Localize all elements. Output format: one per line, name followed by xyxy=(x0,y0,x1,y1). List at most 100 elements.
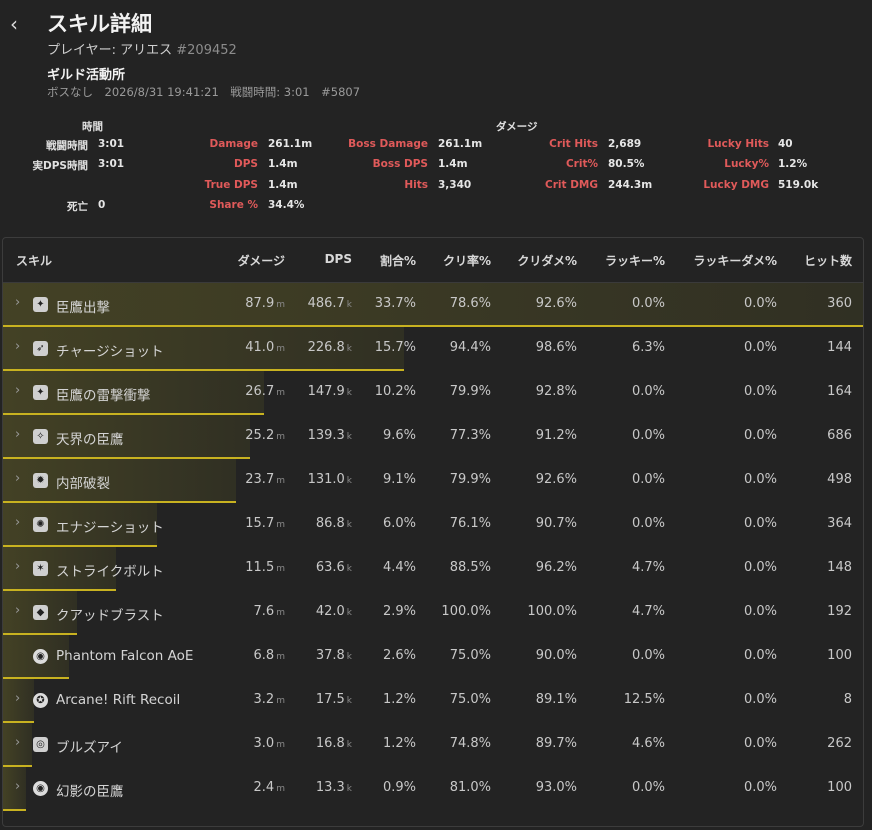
skill-name: 天界の臣鷹 xyxy=(56,432,124,448)
cell-damage: 15.7 m xyxy=(245,516,285,531)
skill-name: 幻影の臣鷹 xyxy=(56,784,124,800)
column-header-damage[interactable]: ダメージ xyxy=(238,252,285,269)
cell-damage: 23.7 m xyxy=(245,472,285,487)
chevron-right-icon[interactable]: › xyxy=(15,383,20,398)
hits-label: Hits xyxy=(404,179,428,191)
cell-value: 0.0% xyxy=(743,384,777,399)
cell-value: 0.0% xyxy=(743,604,777,619)
table-row[interactable]: › ✶ ストライクボルト 11.5 m 63.6 k 4.4% 88.5% 96.2% 4.7% 0.… xyxy=(3,547,863,591)
chevron-right-icon[interactable]: › xyxy=(15,559,20,574)
cell-hits: 8 xyxy=(844,692,852,707)
column-header-hits[interactable]: ヒット数 xyxy=(804,252,852,269)
cell-lucky-dmg: 0.0% xyxy=(744,560,777,575)
cell-unit: m xyxy=(276,740,285,750)
cell-dps: 37.8 k xyxy=(316,648,352,663)
quad-blast-icon: ◆ xyxy=(33,605,48,620)
cell-unit: k xyxy=(346,652,352,662)
encounter-meta: ボスなし 2026/8/31 19:41:21 戦闘時間: 3:01 #5807 xyxy=(47,85,361,99)
chevron-right-icon[interactable]: › xyxy=(15,427,20,442)
cell-value: 15.7 xyxy=(245,516,275,531)
cell-value: 42.0 xyxy=(315,604,345,619)
cell-crit-dmg: 100.0% xyxy=(527,604,577,619)
skill-name: 臣鷹出撃 xyxy=(56,300,110,316)
cell-unit: m xyxy=(276,564,285,574)
column-header-lucky-dmg[interactable]: ラッキーダメ% xyxy=(693,252,777,269)
cell-value: 360 xyxy=(827,296,852,311)
table-row[interactable]: › ✦ 臣鷹の雷撃衝撃 26.7 m 147.9 k 10.2% 79.9% 92.8% 0.0% 0… xyxy=(3,371,863,415)
lucky-dmg-value: 519.0k xyxy=(778,179,819,191)
falcon-strike-icon: ✦ xyxy=(33,297,48,312)
cell-unit: k xyxy=(346,432,352,442)
table-row[interactable]: › ✹ 内部破裂 23.7 m 131.0 k 9.1% 79.9% 92.6% 0.0% 0.0% 4… xyxy=(3,459,863,503)
table-row[interactable]: › ◎ ブルズアイ 3.0 m 16.8 k 1.2% 74.8% 89.7% 4.6% 0.0% 26… xyxy=(3,723,863,767)
damage-section-header: ダメージ xyxy=(496,121,538,133)
chevron-right-icon[interactable]: › xyxy=(15,295,20,310)
strike-bolt-icon: ✶ xyxy=(33,561,48,576)
column-header-share[interactable]: 割合% xyxy=(380,252,416,269)
table-row[interactable]: ◉ Phantom Falcon AoE 6.8 m 37.8 k 2.6% 75.0% 90.… xyxy=(3,635,863,679)
chevron-right-icon[interactable]: › xyxy=(15,691,20,706)
cell-lucky: 0.0% xyxy=(632,472,665,487)
cell-dps: 42.0 k xyxy=(316,604,352,619)
chevron-right-icon[interactable]: › xyxy=(15,471,20,486)
column-header-crit-dmg[interactable]: クリダメ% xyxy=(517,252,577,269)
cell-unit: k xyxy=(346,476,352,486)
cell-unit: m xyxy=(276,300,285,310)
cell-value: 131.0 xyxy=(307,472,345,487)
energy-shot-icon: ✺ xyxy=(33,517,48,532)
cell-value: 13.3 xyxy=(315,780,345,795)
cell-hits: 144 xyxy=(827,340,852,355)
phantom-falcon-icon: ◉ xyxy=(33,781,48,796)
cell-hits: 364 xyxy=(827,516,852,531)
cell-value: 9.1% xyxy=(382,472,416,487)
table-row[interactable]: › ✧ 天界の臣鷹 25.2 m 139.3 k 9.6% 77.3% 91.2% 0.0% 0.0%… xyxy=(3,415,863,459)
chevron-right-icon[interactable]: › xyxy=(15,515,20,530)
cell-value: 192 xyxy=(827,604,852,619)
table-row[interactable]: › ✺ エナジーショット 15.7 m 86.8 k 6.0% 76.1% 90.7% 0.0% 0.… xyxy=(3,503,863,547)
cell-crit: 76.1% xyxy=(450,516,491,531)
table-row[interactable]: › ✦ 臣鷹出撃 87.9 m 486.7 k 33.7% 78.6% 92.6% 0.0% 0.0%… xyxy=(3,283,863,327)
cell-lucky: 12.5% xyxy=(624,692,665,707)
table-row[interactable]: › ◉ 幻影の臣鷹 2.4 m 13.3 k 0.9% 81.0% 93.0% 0.0% 0.0% 10… xyxy=(3,767,863,811)
skill-name: クアッドブラスト xyxy=(56,608,164,624)
cell-value: 33.7% xyxy=(374,296,416,311)
cell-crit: 75.0% xyxy=(450,692,491,707)
chevron-right-icon[interactable]: › xyxy=(15,339,20,354)
real-dps-time-value: 3:01 xyxy=(98,158,125,170)
cell-lucky: 4.7% xyxy=(632,604,665,619)
cell-value: 0.0% xyxy=(631,648,665,663)
column-header-lucky[interactable]: ラッキー% xyxy=(605,252,665,269)
table-row[interactable]: › ➶ チャージショット 41.0 m 226.8 k 15.7% 94.4% 98.6% 6.3%… xyxy=(3,327,863,371)
cell-value: 63.6 xyxy=(315,560,345,575)
chevron-right-icon[interactable]: › xyxy=(15,735,20,750)
column-header-crit-rate[interactable]: クリ率% xyxy=(443,252,491,269)
cell-value: 147.9 xyxy=(307,384,345,399)
cell-value: 364 xyxy=(827,516,852,531)
cell-value: 1.2% xyxy=(382,692,416,707)
cell-value: 1.2% xyxy=(382,736,416,751)
column-header-dps[interactable]: DPS xyxy=(325,252,352,266)
chevron-right-icon[interactable]: › xyxy=(15,779,20,794)
lucky-hits-value: 40 xyxy=(778,138,793,150)
column-header-skill[interactable]: スキル xyxy=(16,252,52,269)
chevron-right-icon[interactable]: › xyxy=(15,603,20,618)
table-row[interactable]: › ◆ クアッドブラスト 7.6 m 42.0 k 2.9% 100.0% 100.0% 4.7% 0… xyxy=(3,591,863,635)
cell-damage: 26.7 m xyxy=(245,384,285,399)
cell-crit-dmg: 96.2% xyxy=(536,560,577,575)
table-row[interactable]: › ✪ Arcane! Rift Recoil 3.2 m 17.5 k 1.2% 75.0% 8… xyxy=(3,679,863,723)
boss-dps-value: 1.4m xyxy=(438,158,468,170)
lucky-hits-label: Lucky Hits xyxy=(707,138,769,150)
cell-value: 4.7% xyxy=(631,560,665,575)
cell-value: 0.0% xyxy=(631,472,665,487)
cell-crit: 94.4% xyxy=(450,340,491,355)
crit-pct-value: 80.5% xyxy=(608,158,645,170)
cell-value: 0.0% xyxy=(743,340,777,355)
cell-value: 498 xyxy=(827,472,852,487)
damage-label: Damage xyxy=(209,138,258,150)
cell-value: 686 xyxy=(827,428,852,443)
cell-value: 0.0% xyxy=(743,560,777,575)
back-arrow-icon[interactable]: ‹ xyxy=(10,12,26,36)
cell-share: 1.2% xyxy=(383,692,416,707)
cell-value: 75.0% xyxy=(449,692,491,707)
boss-damage-label: Boss Damage xyxy=(348,138,428,150)
